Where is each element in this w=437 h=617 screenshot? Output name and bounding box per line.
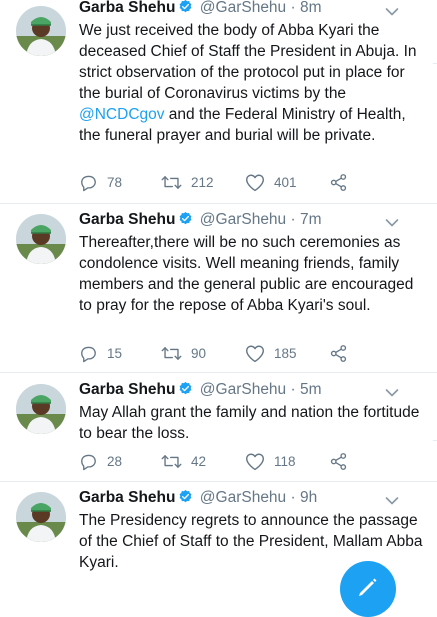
tweet-text: We just received the body of Abba Kyari … bbox=[79, 20, 424, 146]
author-name[interactable]: Garba Shehu bbox=[79, 489, 175, 506]
tweet[interactable]: Garba Shehu @GarShehu · 5m May Allah gra… bbox=[0, 378, 437, 478]
verified-badge-icon bbox=[180, 211, 192, 225]
retweet-icon bbox=[161, 346, 182, 360]
chevron-down-icon[interactable] bbox=[385, 388, 399, 398]
tweet-text-part: We just received the body of Abba Kyari … bbox=[79, 22, 417, 102]
avatar[interactable] bbox=[16, 214, 66, 264]
retweet-button[interactable]: 42 bbox=[161, 451, 206, 471]
like-count: 185 bbox=[274, 345, 297, 361]
like-count: 401 bbox=[274, 174, 297, 190]
author-name[interactable]: Garba Shehu bbox=[79, 381, 175, 398]
tweet-header: Garba Shehu @GarShehu · 9h bbox=[79, 488, 317, 508]
reply-count: 78 bbox=[107, 174, 123, 190]
reply-icon bbox=[81, 175, 96, 191]
chevron-down-icon[interactable] bbox=[385, 496, 399, 506]
author-handle[interactable]: @GarShehu bbox=[200, 489, 286, 506]
retweet-count: 212 bbox=[191, 174, 214, 190]
reply-button[interactable]: 15 bbox=[79, 343, 122, 363]
tweet-actions: 28 42 118 bbox=[79, 451, 379, 471]
author-handle[interactable]: @GarShehu bbox=[200, 211, 286, 228]
like-count: 118 bbox=[274, 453, 296, 469]
tweet-timestamp[interactable]: 8m bbox=[300, 0, 322, 16]
verified-badge-icon bbox=[180, 0, 192, 13]
tweet-timestamp[interactable]: 9h bbox=[300, 489, 317, 506]
compose-tweet-button[interactable] bbox=[340, 561, 396, 617]
tweet-feed: Garba Shehu @GarShehu · 8m We just recei… bbox=[0, 0, 437, 617]
share-icon bbox=[330, 452, 347, 470]
heart-icon bbox=[245, 345, 265, 362]
tweet-header: Garba Shehu @GarShehu · 7m bbox=[79, 210, 322, 230]
chevron-down-icon[interactable] bbox=[385, 7, 399, 17]
author-name[interactable]: Garba Shehu bbox=[79, 0, 175, 16]
separator-dot: · bbox=[290, 0, 296, 16]
verified-badge-icon bbox=[180, 381, 192, 395]
mention-link[interactable]: @NCDCgov bbox=[79, 106, 165, 123]
tweet-actions: 15 90 185 bbox=[79, 343, 379, 363]
retweet-count: 42 bbox=[191, 453, 207, 469]
reply-button[interactable]: 28 bbox=[79, 451, 122, 471]
retweet-icon bbox=[161, 175, 182, 189]
tweet-text: Thereafter,there will be no such ceremon… bbox=[79, 234, 414, 314]
tweet[interactable]: Garba Shehu @GarShehu · 8m We just recei… bbox=[0, 0, 437, 200]
avatar[interactable] bbox=[16, 6, 66, 56]
edge-divider bbox=[433, 63, 437, 64]
like-button[interactable]: 401 bbox=[245, 172, 297, 192]
share-icon bbox=[330, 344, 347, 362]
reply-button[interactable]: 78 bbox=[79, 172, 122, 192]
tweet-header: Garba Shehu @GarShehu · 5m bbox=[79, 380, 322, 400]
share-icon bbox=[330, 173, 347, 191]
author-name[interactable]: Garba Shehu bbox=[79, 211, 175, 228]
compose-tweet-icon bbox=[359, 578, 377, 596]
tweet[interactable]: Garba Shehu @GarShehu · 7m Thereafter,th… bbox=[0, 208, 437, 368]
retweet-button[interactable]: 212 bbox=[161, 172, 214, 192]
separator-dot: · bbox=[290, 381, 296, 398]
share-button[interactable] bbox=[329, 343, 357, 363]
separator-dot: · bbox=[290, 489, 296, 506]
tweet-text: May Allah grant the family and nation th… bbox=[79, 404, 420, 442]
separator-dot: · bbox=[290, 211, 296, 228]
tweet-divider bbox=[0, 372, 437, 373]
share-button[interactable] bbox=[329, 451, 357, 471]
tweet-actions: 78 212 401 bbox=[79, 172, 379, 192]
verified-badge-icon bbox=[180, 489, 192, 503]
like-button[interactable]: 185 bbox=[245, 343, 297, 363]
heart-icon bbox=[245, 174, 265, 191]
reply-icon bbox=[81, 454, 96, 470]
edge-divider bbox=[433, 440, 437, 441]
author-handle[interactable]: @GarShehu bbox=[200, 0, 286, 16]
reply-icon bbox=[81, 346, 96, 362]
avatar[interactable] bbox=[16, 492, 66, 542]
tweet-timestamp[interactable]: 7m bbox=[300, 211, 322, 228]
tweet-divider bbox=[0, 203, 437, 204]
tweet-header: Garba Shehu @GarShehu · 8m bbox=[79, 0, 322, 18]
reply-count: 15 bbox=[107, 345, 123, 361]
heart-icon bbox=[245, 453, 265, 470]
reply-count: 28 bbox=[107, 453, 123, 469]
chevron-down-icon[interactable] bbox=[385, 218, 399, 228]
author-handle[interactable]: @GarShehu bbox=[200, 381, 286, 398]
avatar[interactable] bbox=[16, 384, 66, 434]
retweet-button[interactable]: 90 bbox=[161, 343, 206, 363]
tweet-divider bbox=[0, 481, 437, 482]
retweet-count: 90 bbox=[191, 345, 207, 361]
share-button[interactable] bbox=[329, 172, 357, 192]
tweet-timestamp[interactable]: 5m bbox=[300, 381, 322, 398]
like-button[interactable]: 118 bbox=[245, 451, 296, 471]
retweet-icon bbox=[161, 454, 182, 468]
